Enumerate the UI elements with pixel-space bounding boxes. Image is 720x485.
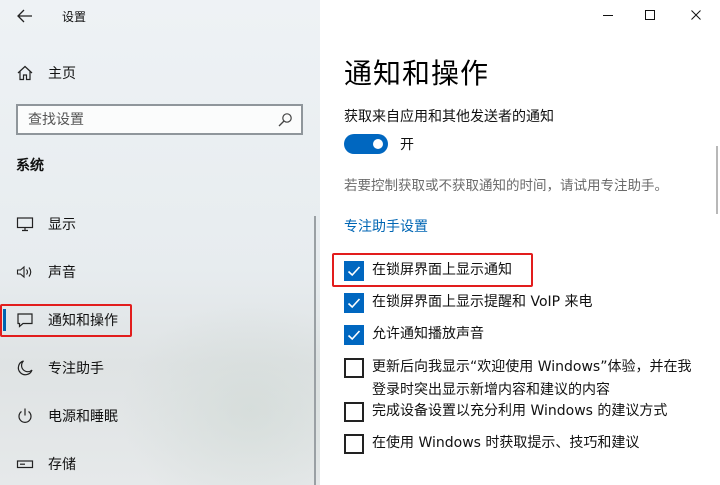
sidebar-item-label: 专注助手 bbox=[48, 361, 104, 377]
checkbox[interactable] bbox=[344, 325, 364, 345]
checkbox-row-notification-sounds[interactable]: 允许通知播放声音 bbox=[344, 325, 484, 346]
sidebar-item-power[interactable]: 电源和睡眠 bbox=[0, 398, 310, 434]
checkbox-label: 在锁屏界面上显示提醒和 VoIP 来电 bbox=[372, 294, 593, 310]
highlight-box bbox=[332, 253, 533, 287]
checkbox-row-welcome-experience[interactable]: 更新后向我显示“欢迎使用 Windows”体验，并在我登录时突出显示新增内容和建… bbox=[344, 358, 694, 402]
section-title: 系统 bbox=[16, 158, 44, 174]
back-arrow-icon bbox=[17, 9, 32, 23]
search-box[interactable] bbox=[16, 104, 303, 135]
checkbox-row-tips[interactable]: 在使用 Windows 时获取提示、技巧和建议 bbox=[344, 434, 639, 455]
page-title: 通知和操作 bbox=[344, 57, 490, 90]
notifications-subhead: 获取来自应用和其他发送者的通知 bbox=[344, 109, 554, 125]
checkbox-label: 在使用 Windows 时获取提示、技巧和建议 bbox=[372, 435, 640, 451]
checkmark-icon bbox=[347, 298, 361, 309]
search-input[interactable] bbox=[18, 111, 277, 128]
focus-assist-settings-link[interactable]: 专注助手设置 bbox=[344, 216, 428, 236]
settings-content: 通知和操作 获取来自应用和其他发送者的通知 开 若要控制获取或不获取通知的时间，… bbox=[320, 0, 720, 485]
window-title: 设置 bbox=[62, 10, 87, 24]
notifications-toggle-row: 开 bbox=[344, 134, 414, 154]
sidebar-scrollbar[interactable] bbox=[314, 216, 316, 485]
moon-icon bbox=[17, 360, 33, 376]
sidebar-item-label: 主页 bbox=[48, 66, 76, 82]
back-button[interactable] bbox=[16, 5, 34, 27]
checkbox-label: 允许通知播放声音 bbox=[372, 326, 484, 342]
checkbox[interactable] bbox=[344, 434, 364, 454]
checkbox[interactable] bbox=[344, 293, 364, 313]
sidebar-item-display[interactable]: 显示 bbox=[0, 206, 310, 242]
sidebar-item-label: 声音 bbox=[48, 265, 76, 281]
close-icon bbox=[691, 10, 701, 20]
close-button[interactable] bbox=[686, 4, 706, 26]
sidebar-item-label: 电源和睡眠 bbox=[48, 409, 118, 425]
minimize-icon bbox=[603, 15, 613, 16]
maximize-icon bbox=[645, 10, 655, 20]
sidebar-item-focus-assist[interactable]: 专注助手 bbox=[0, 350, 310, 386]
search-icon[interactable] bbox=[277, 112, 293, 128]
checkbox[interactable] bbox=[344, 402, 364, 422]
sidebar-item-home[interactable]: 主页 bbox=[16, 61, 76, 85]
content-scrollbar[interactable] bbox=[716, 146, 718, 214]
checkbox-label: 完成设备设置以充分利用 Windows 的建议方式 bbox=[372, 403, 668, 419]
sidebar-item-label: 存储 bbox=[48, 457, 76, 473]
checkbox-row-device-setup[interactable]: 完成设备设置以充分利用 Windows 的建议方式 bbox=[344, 402, 667, 423]
power-icon bbox=[18, 408, 32, 423]
monitor-icon bbox=[16, 217, 34, 232]
toggle-state-label: 开 bbox=[400, 137, 414, 153]
checkbox-label: 更新后向我显示“欢迎使用 Windows”体验，并在我登录时突出显示新增内容和建… bbox=[372, 359, 692, 398]
notifications-toggle[interactable] bbox=[344, 134, 388, 154]
speaker-icon bbox=[16, 265, 32, 279]
storage-icon bbox=[16, 460, 34, 469]
toggle-knob bbox=[373, 139, 383, 149]
settings-sidebar: 设置 主页 系统 显示 声音 通知和操作 bbox=[0, 0, 320, 485]
checkmark-icon bbox=[347, 330, 361, 341]
highlight-box bbox=[0, 304, 132, 337]
checkbox[interactable] bbox=[344, 358, 364, 378]
checkbox-row-lockscreen-reminders[interactable]: 在锁屏界面上显示提醒和 VoIP 来电 bbox=[344, 293, 593, 314]
focus-assist-help-text: 若要控制获取或不获取通知的时间，请试用专注助手。 bbox=[344, 178, 668, 194]
sidebar-item-storage[interactable]: 存储 bbox=[0, 446, 310, 482]
home-icon bbox=[17, 65, 33, 81]
sidebar-item-label: 显示 bbox=[48, 217, 76, 233]
maximize-button[interactable] bbox=[640, 4, 660, 26]
sidebar-item-sound[interactable]: 声音 bbox=[0, 254, 310, 290]
minimize-button[interactable] bbox=[598, 4, 618, 26]
